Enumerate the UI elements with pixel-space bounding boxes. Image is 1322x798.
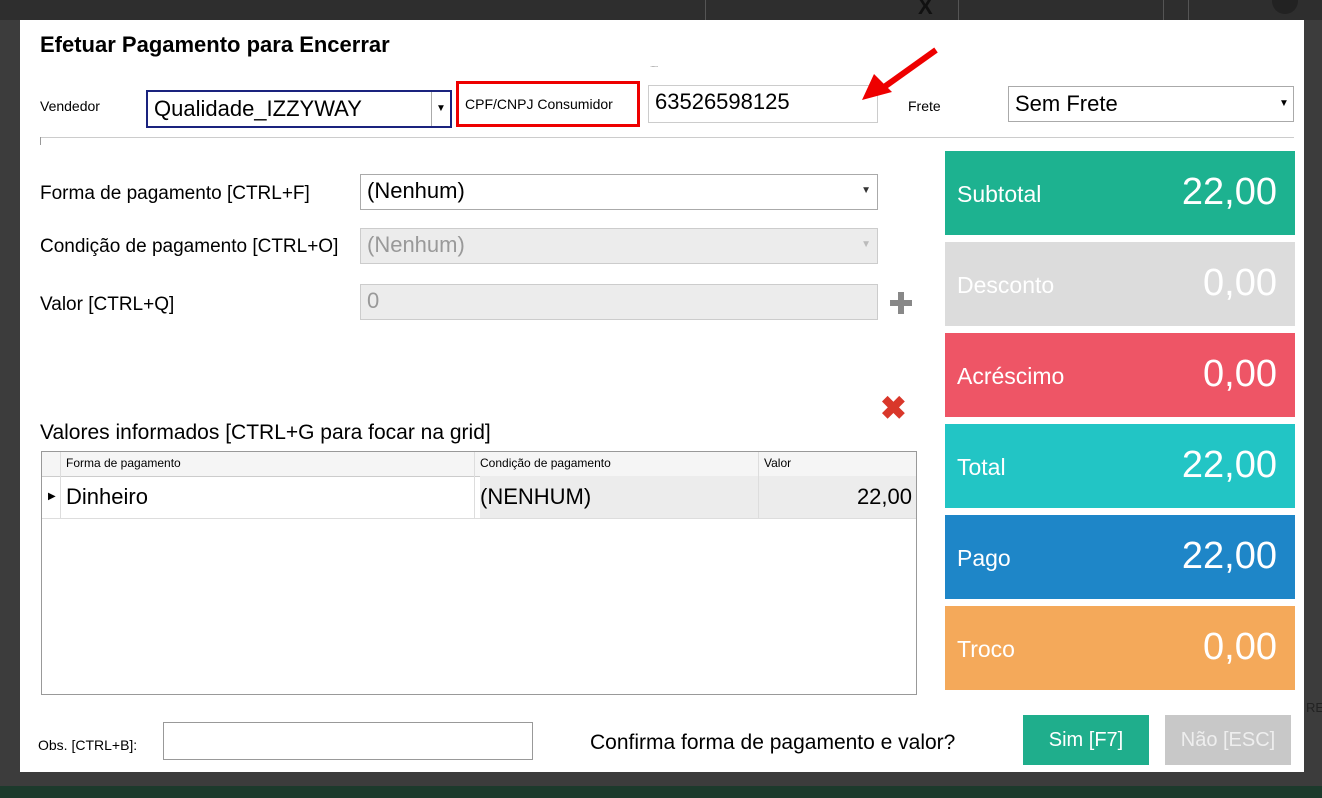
tile-value: 0,00 <box>1203 353 1277 395</box>
dialog-title: Efetuar Pagamento para Encerrar <box>40 32 390 57</box>
confirm-no-button[interactable]: Não [ESC] <box>1165 715 1291 765</box>
tile-pago: Pago 22,00 <box>945 515 1295 599</box>
tile-value: 22,00 <box>1181 171 1277 213</box>
forma-select[interactable]: (Nenhum) ▼ <box>360 174 878 210</box>
valor-label: Valor [CTRL+Q] <box>40 294 175 315</box>
add-payment-icon[interactable] <box>890 292 912 314</box>
cell-condicao: (NENHUM) <box>480 484 592 509</box>
divider <box>40 137 1294 138</box>
vendedor-value: Qualidade_IZZYWAY <box>154 96 362 121</box>
vendedor-select[interactable]: Qualidade_IZZYWAY ▼ <box>146 90 452 128</box>
column-header[interactable]: Condição de pagamento <box>480 456 611 470</box>
cpf-input[interactable]: 63526598125 <box>648 85 878 123</box>
condicao-label: Condição de pagamento [CTRL+O] <box>40 236 339 257</box>
chevron-down-icon[interactable]: ▼ <box>431 92 450 126</box>
valor-input[interactable]: 0 <box>360 284 878 320</box>
cell-valor: 22,00 <box>856 484 912 509</box>
column-header[interactable]: Valor <box>764 456 791 470</box>
cell-forma: Dinheiro <box>66 484 148 509</box>
frete-value: Sem Frete <box>1015 91 1118 116</box>
obs-label: Obs. [CTRL+B]: <box>38 737 138 753</box>
table-row[interactable]: ▶ Dinheiro (NENHUM) 22,00 <box>42 476 916 519</box>
condicao-select[interactable]: (Nenhum) ▼ <box>360 228 878 264</box>
user-avatar-icon[interactable] <box>1272 0 1298 14</box>
delete-icon[interactable]: ✖ <box>880 392 907 424</box>
tile-label: Desconto <box>957 272 1055 298</box>
tile-value: 0,00 <box>1203 262 1277 304</box>
tile-label: Pago <box>957 545 1011 571</box>
tile-subtotal: Subtotal 22,00 <box>945 151 1295 235</box>
column-header[interactable]: Forma de pagamento <box>66 456 181 470</box>
chevron-down-icon[interactable]: ▼ <box>861 175 871 207</box>
tile-label: Troco <box>957 636 1015 662</box>
divider-tick <box>40 137 41 145</box>
chevron-down-icon: ▼ <box>861 239 871 250</box>
tile-troco: Troco 0,00 <box>945 606 1295 690</box>
drag-handle[interactable]: ...... <box>650 60 658 69</box>
vendedor-label: Vendedor <box>40 98 100 114</box>
frete-select[interactable]: Sem Frete ▼ <box>1008 86 1294 122</box>
confirm-question: Confirma forma de pagamento e valor? <box>590 731 956 754</box>
tile-desconto: Desconto 0,00 <box>945 242 1295 326</box>
tile-value: 0,00 <box>1203 626 1277 668</box>
payments-grid[interactable]: Forma de pagamento Condição de pagamento… <box>41 451 917 695</box>
tile-label: Acréscimo <box>957 363 1065 389</box>
payment-dialog: Efetuar Pagamento para Encerrar ...... V… <box>20 20 1304 772</box>
obs-input[interactable] <box>163 722 533 760</box>
tile-total: Total 22,00 <box>945 424 1295 508</box>
annotation-arrow-icon <box>862 47 938 100</box>
forma-label: Forma de pagamento [CTRL+F] <box>40 183 310 204</box>
toolbar-divider <box>705 0 706 20</box>
frete-label: Frete <box>908 98 941 114</box>
confirm-yes-button[interactable]: Sim [F7] <box>1023 715 1149 765</box>
tile-acrescimo: Acréscimo 0,00 <box>945 333 1295 417</box>
cpf-label: CPF/CNPJ Consumidor <box>465 96 613 112</box>
toolbar-divider <box>958 0 959 20</box>
tile-value: 22,00 <box>1181 444 1277 486</box>
toolbar-divider <box>1163 0 1164 20</box>
row-indicator-icon: ▶ <box>48 491 56 502</box>
tile-label: Subtotal <box>957 181 1042 207</box>
close-icon[interactable]: X <box>918 0 933 20</box>
background-text: RE <box>1306 700 1322 715</box>
tile-value: 22,00 <box>1181 535 1277 577</box>
condicao-value: (Nenhum) <box>367 232 465 257</box>
forma-value: (Nenhum) <box>367 178 465 203</box>
grid-title: Valores informados [CTRL+G para focar na… <box>40 421 491 444</box>
valor-value: 0 <box>367 288 380 313</box>
grid-header: Forma de pagamento Condição de pagamento… <box>42 452 916 477</box>
chevron-down-icon[interactable]: ▼ <box>1275 87 1293 121</box>
toolbar-divider <box>1188 0 1189 20</box>
background-toolbar: X <box>0 0 1322 20</box>
background-footer-bar <box>0 786 1322 798</box>
tile-label: Total <box>957 454 1006 480</box>
